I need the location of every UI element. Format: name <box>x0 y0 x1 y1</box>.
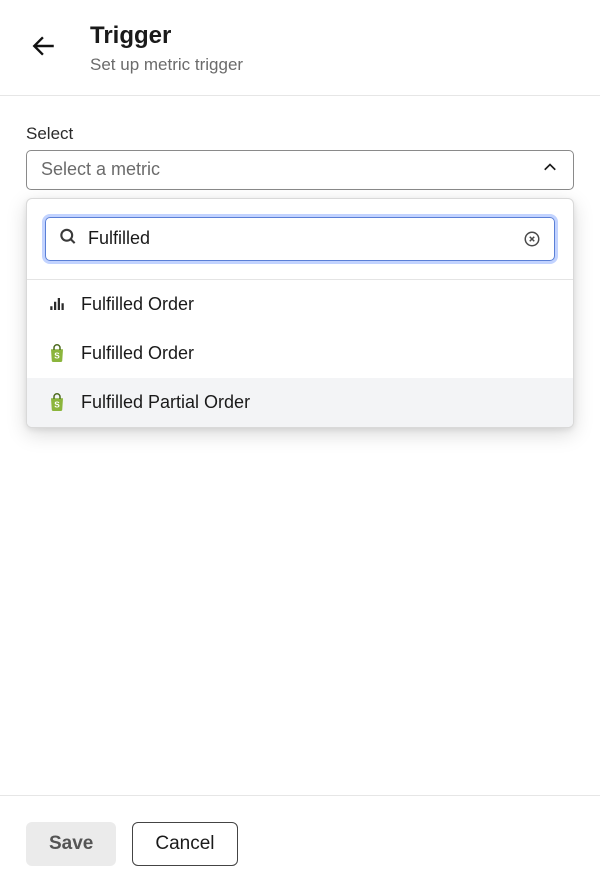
metric-select[interactable]: Select a metric <box>26 150 574 190</box>
save-button[interactable]: Save <box>26 822 116 866</box>
metric-option[interactable]: Fulfilled Order <box>27 280 573 329</box>
select-label: Select <box>26 124 574 144</box>
close-circle-icon <box>523 230 541 248</box>
shopping-bag-icon: S <box>47 343 67 363</box>
shopping-bag-icon: S <box>47 392 67 412</box>
metric-option[interactable]: S Fulfilled Order <box>27 329 573 378</box>
metric-option[interactable]: S Fulfilled Partial Order <box>27 378 573 427</box>
metric-option-label: Fulfilled Order <box>81 343 194 364</box>
footer: Save Cancel <box>0 795 600 892</box>
page-title: Trigger <box>90 22 243 51</box>
metric-icon <box>47 294 67 314</box>
page-subtitle: Set up metric trigger <box>90 55 243 75</box>
svg-text:S: S <box>54 401 60 410</box>
svg-text:S: S <box>54 352 60 361</box>
chevron-up-icon <box>541 158 559 181</box>
search-input-wrap[interactable] <box>45 217 555 261</box>
search-input[interactable] <box>88 228 514 249</box>
arrow-left-icon <box>31 33 57 59</box>
select-placeholder: Select a metric <box>41 159 160 180</box>
metric-option-label: Fulfilled Partial Order <box>81 392 250 413</box>
metric-dropdown: Fulfilled Order S Fulfilled Order S Fulf… <box>26 198 574 428</box>
search-icon <box>58 226 78 251</box>
options-list: Fulfilled Order S Fulfilled Order S Fulf… <box>27 280 573 427</box>
clear-search-button[interactable] <box>522 229 542 249</box>
cancel-button[interactable]: Cancel <box>132 822 237 866</box>
page-header: Trigger Set up metric trigger <box>0 0 600 95</box>
back-button[interactable] <box>26 28 62 64</box>
metric-option-label: Fulfilled Order <box>81 294 194 315</box>
